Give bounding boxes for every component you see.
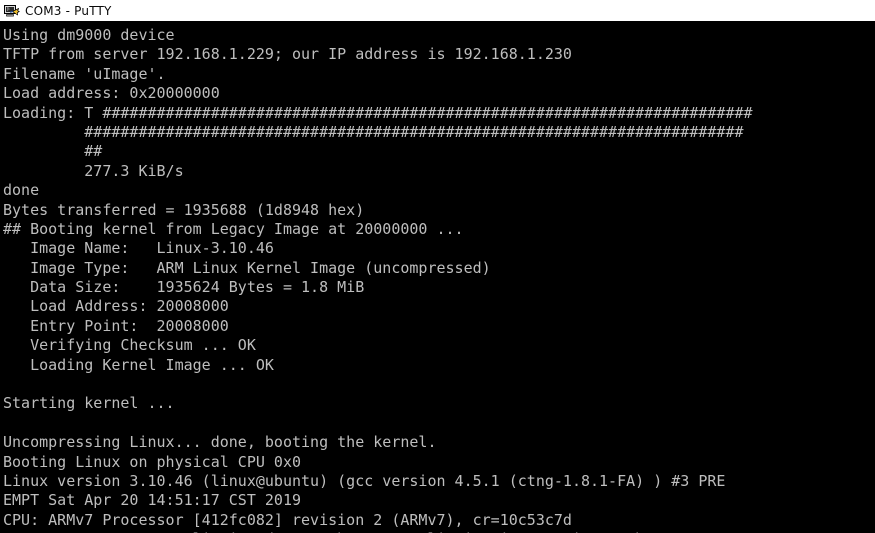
terminal-line: Filename 'uImage'.: [3, 64, 166, 83]
window-title: COM3 - PuTTY: [25, 3, 112, 18]
terminal-line: Linux version 3.10.46 (linux@ubuntu) (gc…: [3, 471, 726, 490]
terminal-line: Verifying Checksum ... OK: [3, 336, 256, 355]
terminal-line: Load Address: 20008000: [3, 297, 229, 316]
terminal-line: Booting Linux on physical CPU 0x0: [3, 452, 302, 471]
terminal-line: Bytes transferred = 1935688 (1d8948 hex): [3, 200, 365, 219]
putty-window: COM3 - PuTTY Using dm9000 device TFTP fro…: [0, 0, 875, 533]
terminal-line: Uncompressing Linux... done, booting the…: [3, 433, 437, 452]
terminal-line: ########################################…: [3, 122, 744, 141]
terminal-line: Load address: 0x20000000: [3, 84, 220, 103]
terminal-line: EMPT Sat Apr 20 14:51:17 CST 2019: [3, 491, 302, 510]
terminal-line: CPU: ARMv7 Processor [412fc082] revision…: [3, 510, 572, 529]
terminal-line: Data Size: 1935624 Bytes = 1.8 MiB: [3, 278, 365, 297]
terminal-line: Image Name: Linux-3.10.46: [3, 239, 274, 258]
terminal-line: Loading Kernel Image ... OK: [3, 355, 274, 374]
terminal-line: done: [3, 181, 40, 200]
terminal-line: ## Booting kernel from Legacy Image at 2…: [3, 219, 464, 238]
terminal-line: Loading: T #############################…: [3, 103, 753, 122]
window-titlebar[interactable]: COM3 - PuTTY: [0, 0, 875, 22]
terminal-line: Entry Point: 20008000: [3, 316, 229, 335]
terminal-line: 277.3 KiB/s: [3, 161, 184, 180]
terminal-line: ##: [3, 142, 103, 161]
terminal-line: Starting kernel ...: [3, 394, 175, 413]
terminal-line: TFTP from server 192.168.1.229; our IP a…: [3, 45, 572, 64]
terminal-output[interactable]: Using dm9000 device TFTP from server 192.…: [0, 22, 875, 533]
putty-terminal-icon: [4, 4, 20, 16]
terminal-line: Using dm9000 device: [3, 26, 175, 44]
terminal-line: Image Type: ARM Linux Kernel Image (unco…: [3, 258, 491, 277]
